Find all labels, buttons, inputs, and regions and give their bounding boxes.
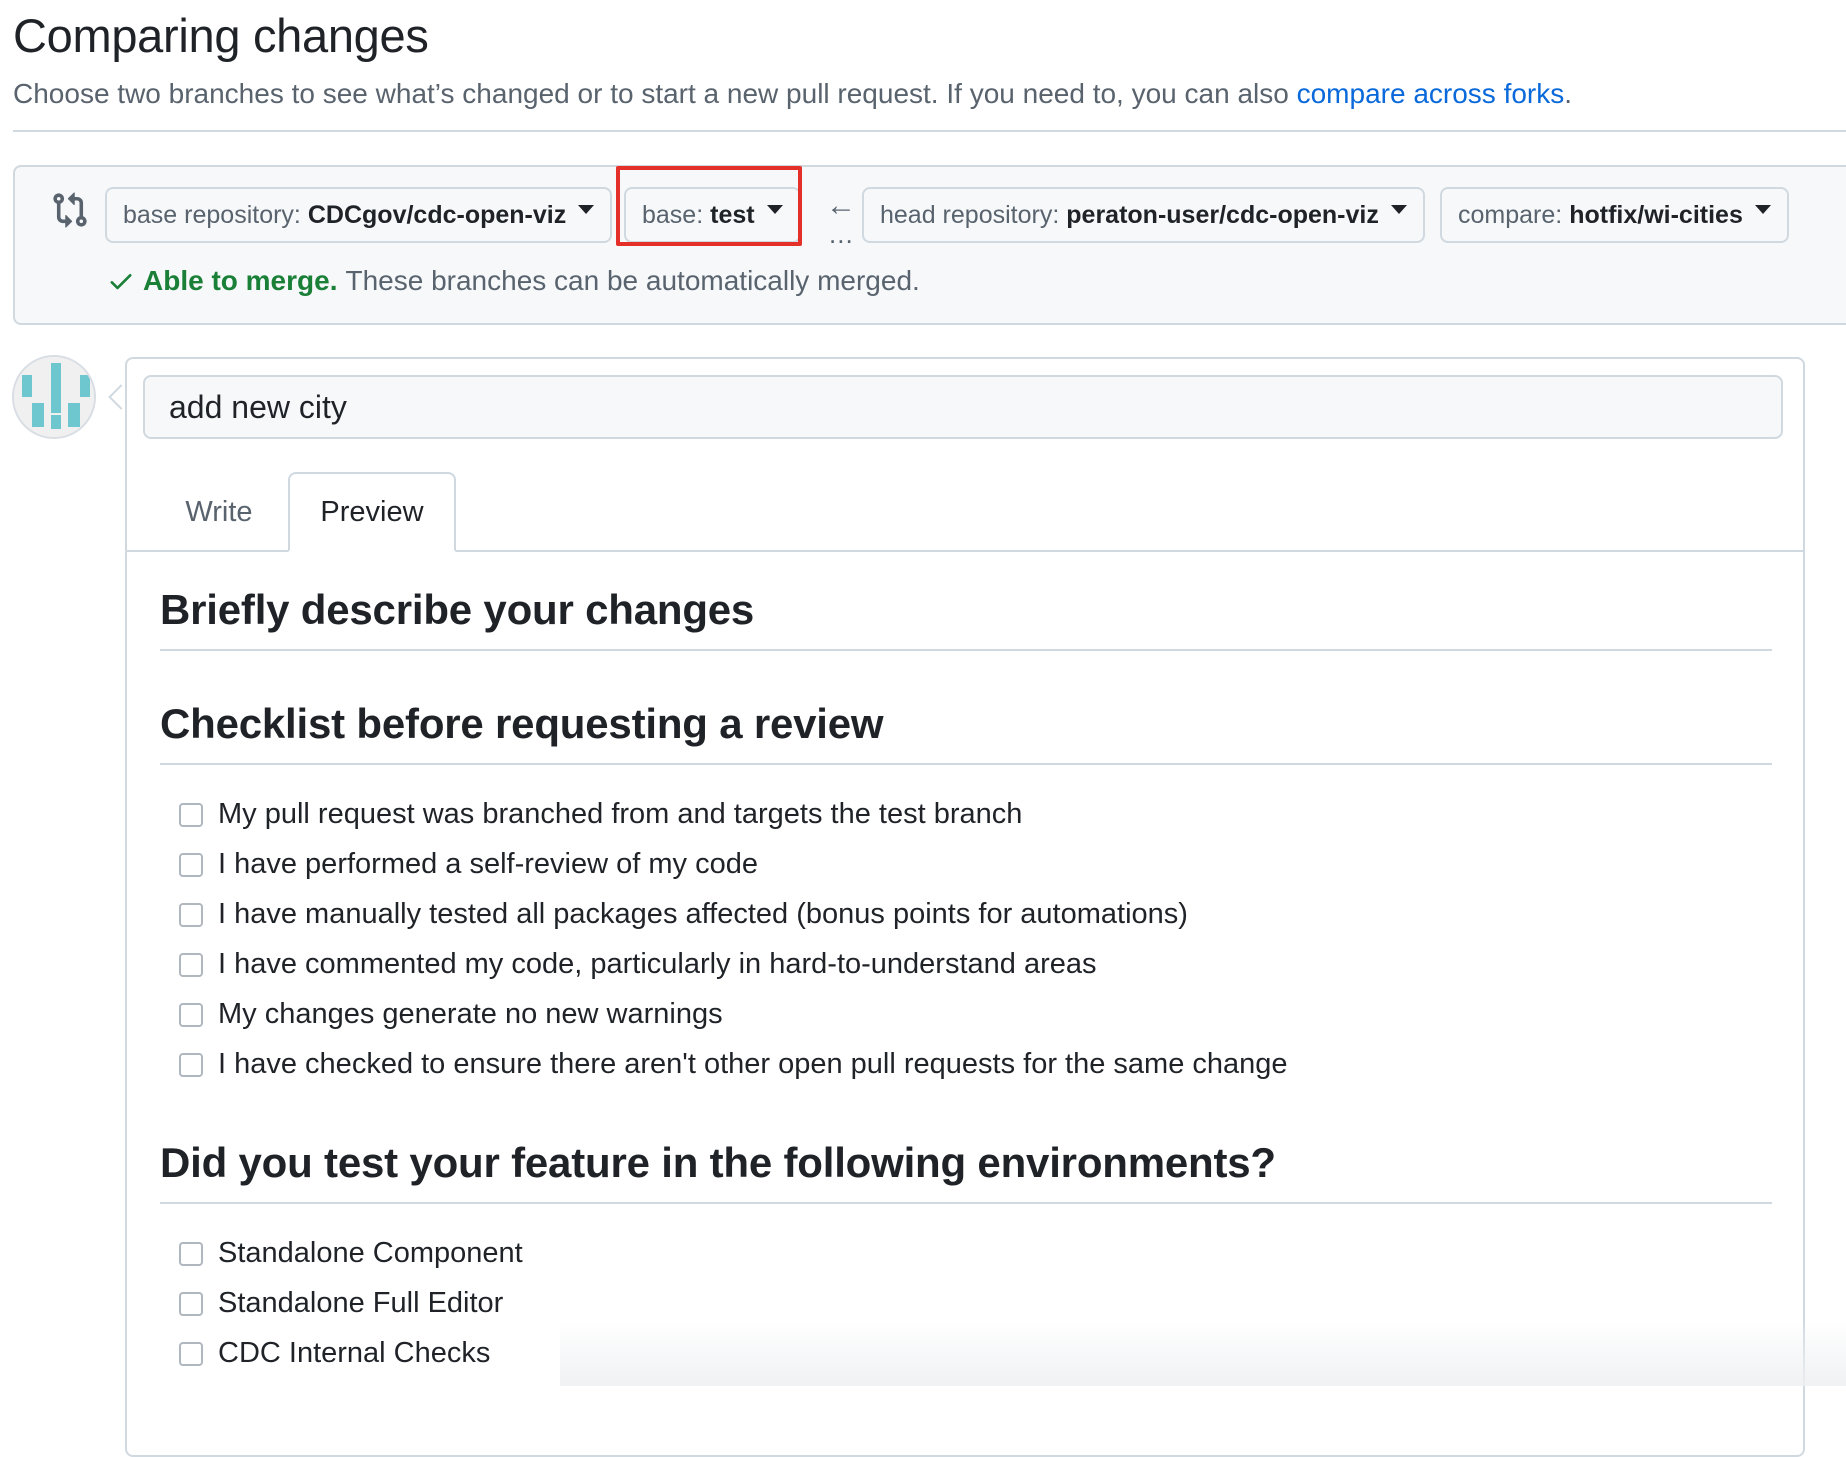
heading-divider — [160, 1202, 1772, 1204]
base-repository-select[interactable]: base repository: CDCgov/cdc-open-viz — [105, 187, 613, 243]
checkbox[interactable] — [179, 1052, 203, 1077]
checklist-item: My changes generate no new warnings — [179, 998, 723, 1031]
header-divider — [13, 130, 1846, 132]
compare-branch-value: hotfix/wi-cities — [1569, 200, 1743, 229]
checklist-item-label: I have commented my code, particularly i… — [218, 948, 1097, 980]
checkbox[interactable] — [179, 952, 203, 977]
checklist-item: My pull request was branched from and ta… — [179, 798, 1022, 831]
checklist-item-label: My pull request was branched from and ta… — [218, 798, 1023, 830]
head-repository-select[interactable]: head repository: peraton-user/cdc-open-v… — [862, 187, 1425, 243]
check-icon — [110, 274, 132, 290]
environment-item: CDC Internal Checks — [179, 1337, 490, 1370]
head-repository-value: peraton-user/cdc-open-viz — [1066, 200, 1379, 229]
compare-range-box: base repository: CDCgov/cdc-open-viz bas… — [13, 165, 1846, 325]
checklist-item: I have manually tested all packages affe… — [179, 898, 1188, 931]
page-subtitle: Choose two branches to see what’s change… — [13, 78, 1572, 110]
checklist-item-label: I have checked to ensure there aren't ot… — [218, 1048, 1288, 1080]
merge-message: These branches can be automatically merg… — [345, 265, 920, 296]
base-repository-value: CDCgov/cdc-open-viz — [307, 200, 567, 229]
git-compare-icon — [51, 191, 89, 229]
pull-request-composer: Write Preview Briefly describe your chan… — [125, 357, 1805, 1457]
compare-branch-select[interactable]: compare: hotfix/wi-cities — [1440, 187, 1789, 243]
checklist-item-label: My changes generate no new warnings — [218, 998, 723, 1030]
tab-preview[interactable]: Preview — [288, 472, 456, 552]
range-dots: ... — [829, 219, 854, 249]
arrow-left-icon: ← — [826, 189, 856, 222]
head-repository-label: head repository: — [880, 200, 1060, 229]
checklist-item: I have commented my code, particularly i… — [179, 948, 1097, 981]
checkbox[interactable] — [179, 852, 203, 877]
checklist-item-label: I have manually tested all packages affe… — [218, 898, 1188, 930]
environment-item: Standalone Full Editor — [179, 1287, 503, 1320]
compare-across-forks-link[interactable]: compare across forks — [1297, 78, 1565, 109]
checkbox[interactable] — [179, 1241, 203, 1266]
chevron-down-icon — [578, 204, 595, 214]
environment-item-label: Standalone Component — [218, 1237, 523, 1269]
heading-divider — [160, 763, 1772, 765]
checkbox[interactable] — [179, 802, 203, 827]
highlight-annotation-box — [616, 166, 802, 246]
environment-item-label: CDC Internal Checks — [218, 1337, 491, 1369]
identicon-icon — [14, 357, 94, 437]
heading-divider — [160, 649, 1772, 651]
checkbox[interactable] — [179, 902, 203, 927]
checkbox[interactable] — [179, 1341, 203, 1366]
avatar[interactable] — [12, 355, 96, 439]
heading-environments: Did you test your feature in the followi… — [160, 1139, 1276, 1186]
tab-write[interactable]: Write — [149, 472, 289, 552]
checklist-item: I have checked to ensure there aren't ot… — [179, 1048, 1288, 1081]
chevron-down-icon — [1754, 204, 1771, 214]
merge-status: Able to merge. These branches can be aut… — [107, 265, 920, 297]
base-repository-label: base repository: — [123, 200, 301, 229]
pr-title-input[interactable] — [143, 375, 1783, 439]
checkbox[interactable] — [179, 1002, 203, 1027]
environment-item-label: Standalone Full Editor — [218, 1287, 504, 1319]
heading-checklist: Checklist before requesting a review — [160, 700, 884, 747]
subtitle-period: . — [1564, 78, 1573, 109]
heading-describe-changes: Briefly describe your changes — [160, 586, 755, 633]
merge-ok-text: Able to merge. — [143, 265, 338, 296]
compare-branch-label: compare: — [1458, 200, 1563, 229]
page-title: Comparing changes — [13, 9, 429, 62]
chevron-down-icon — [1390, 204, 1407, 214]
environment-item: Standalone Component — [179, 1237, 523, 1270]
checklist-item-label: I have performed a self-review of my cod… — [218, 848, 758, 880]
subtitle-text: Choose two branches to see what’s change… — [13, 78, 1297, 109]
checklist-item: I have performed a self-review of my cod… — [179, 848, 758, 881]
checkbox[interactable] — [179, 1291, 203, 1316]
